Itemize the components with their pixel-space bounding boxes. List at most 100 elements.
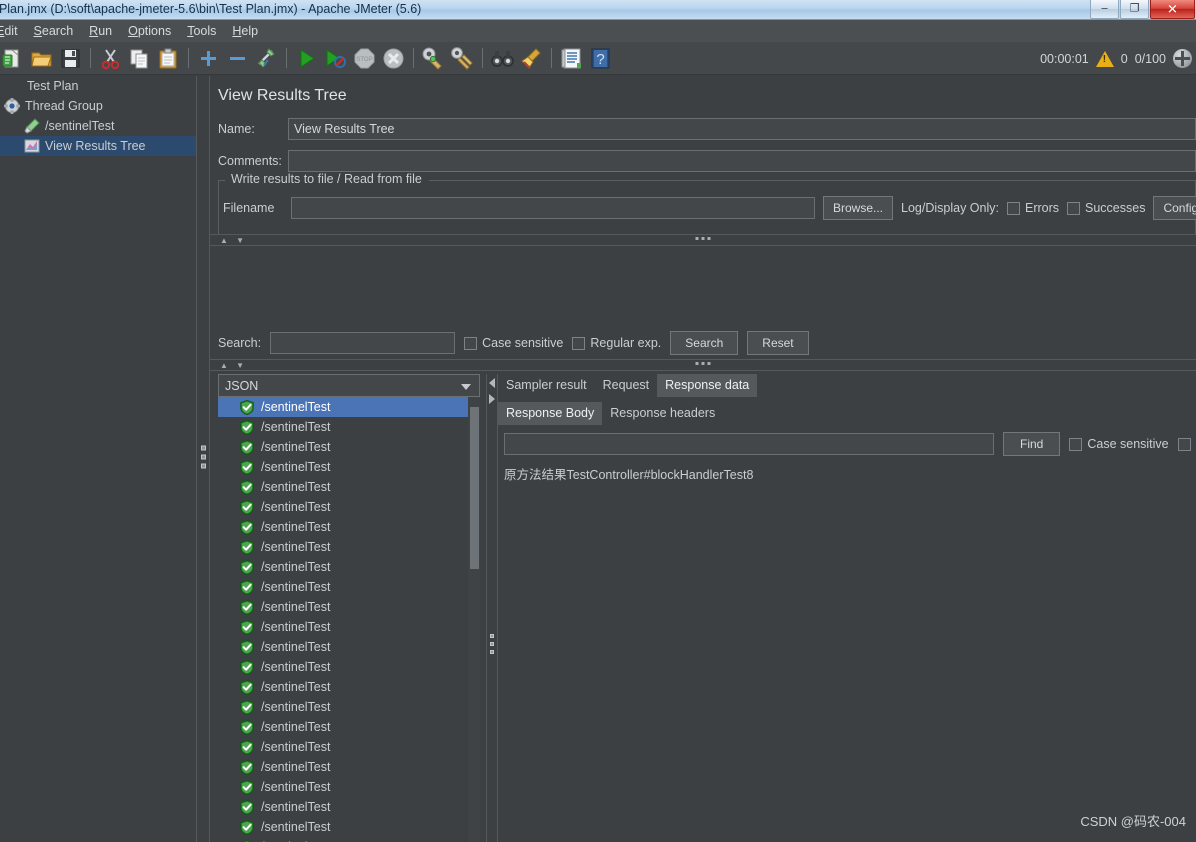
expand-collapse-icon[interactable]: [1173, 49, 1192, 68]
subtab-response-body[interactable]: Response Body: [498, 402, 603, 425]
browse-button[interactable]: Browse...: [823, 196, 894, 220]
search-icon[interactable]: [491, 47, 514, 70]
search-case-sensitive-wrap[interactable]: Case sensitive: [464, 336, 563, 350]
result-list-item[interactable]: /sentinelTest: [218, 517, 480, 537]
minimize-button[interactable]: –: [1090, 0, 1119, 19]
shutdown-icon[interactable]: [382, 47, 405, 70]
filename-input[interactable]: [291, 197, 815, 219]
close-button[interactable]: ✕: [1150, 0, 1195, 19]
result-list-item[interactable]: /sentinelTest: [218, 817, 480, 837]
collapse-all-icon[interactable]: [226, 47, 249, 70]
result-item-label: /sentinelTest: [261, 820, 331, 834]
name-input[interactable]: [288, 118, 1196, 140]
search-reset-icon[interactable]: [520, 47, 543, 70]
result-list-item[interactable]: /sentinelTest: [218, 777, 480, 797]
tab-request[interactable]: Request: [595, 374, 658, 397]
subtab-response-headers[interactable]: Response headers: [602, 402, 723, 425]
result-list-item[interactable]: /sentinelTest: [218, 477, 480, 497]
result-list-item[interactable]: /sentinelTest: [218, 657, 480, 677]
renderer-combobox[interactable]: JSON: [218, 374, 480, 397]
result-list-item[interactable]: /sentinelTest: [218, 717, 480, 737]
start-icon[interactable]: [295, 47, 318, 70]
clear-all-icon[interactable]: [451, 46, 474, 70]
results-detail-splitter[interactable]: [486, 374, 498, 842]
find-regex-checkbox[interactable]: [1177, 437, 1191, 451]
find-case-sensitive-wrap[interactable]: Case sensitive: [1069, 437, 1169, 451]
result-item-label: /sentinelTest: [261, 400, 331, 414]
successes-checkbox[interactable]: [1067, 201, 1081, 215]
start-no-timers-icon[interactable]: [324, 47, 347, 70]
split-divider-bottom[interactable]: ▲ ▼: [210, 359, 1196, 371]
result-list-item[interactable]: /sentinelTest: [218, 417, 480, 437]
result-list-item[interactable]: /sentinelTest: [218, 637, 480, 657]
search-reset-button[interactable]: Reset: [747, 331, 809, 355]
tab-sampler-result[interactable]: Sampler result: [498, 374, 595, 397]
result-list-item[interactable]: /sentinelTest: [218, 497, 480, 517]
search-regex-checkbox[interactable]: [572, 336, 586, 350]
collapse-left-arrow-icon[interactable]: [489, 378, 495, 388]
paste-icon[interactable]: [157, 47, 180, 70]
split-collapse-arrows[interactable]: ▲ ▼: [220, 361, 247, 370]
menu-options[interactable]: Options: [120, 22, 179, 40]
save-icon[interactable]: [59, 47, 82, 70]
clear-icon[interactable]: [422, 47, 445, 70]
tab-response-data[interactable]: Response data: [657, 374, 758, 397]
result-list-item[interactable]: /sentinelTest: [218, 797, 480, 817]
copy-icon[interactable]: [128, 47, 151, 70]
split-collapse-arrows[interactable]: ▲ ▼: [220, 236, 247, 245]
menu-help[interactable]: Help: [224, 22, 266, 40]
tree-item-thread-group[interactable]: Thread Group: [0, 96, 196, 116]
result-list-item[interactable]: /sentinelTest: [218, 837, 480, 842]
errors-checkbox-wrap[interactable]: Errors: [1006, 201, 1060, 215]
result-list-item[interactable]: /sentinelTest: [218, 537, 480, 557]
search-case-sensitive-checkbox[interactable]: [464, 336, 478, 350]
result-list-item[interactable]: /sentinelTest: [218, 397, 480, 417]
tree-item-test-plan[interactable]: Test Plan: [0, 76, 196, 96]
menu-options-rest: ptions: [137, 24, 172, 38]
find-case-sensitive-checkbox[interactable]: [1069, 437, 1083, 451]
find-input[interactable]: [504, 433, 994, 455]
result-list-item[interactable]: /sentinelTest: [218, 617, 480, 637]
open-icon[interactable]: [30, 47, 53, 70]
search-button[interactable]: Search: [670, 331, 739, 355]
find-button[interactable]: Find: [1003, 432, 1061, 456]
errors-label: Errors: [1024, 201, 1060, 215]
menu-run[interactable]: Run: [81, 22, 120, 40]
errors-checkbox[interactable]: [1006, 201, 1020, 215]
result-list-item[interactable]: /sentinelTest: [218, 677, 480, 697]
toggle-icon[interactable]: [255, 47, 278, 70]
main-splitter[interactable]: [196, 76, 210, 842]
stop-icon[interactable]: STOP: [353, 47, 376, 70]
maximize-button[interactable]: ❐: [1120, 0, 1149, 19]
split-divider-top[interactable]: ▲ ▼: [210, 234, 1196, 246]
results-list-scrollbar[interactable]: [468, 397, 480, 842]
expand-all-icon[interactable]: [197, 47, 220, 70]
menu-tools[interactable]: Tools: [179, 22, 224, 40]
result-list-item[interactable]: /sentinelTest: [218, 757, 480, 777]
collapse-right-arrow-icon[interactable]: [489, 394, 495, 404]
result-list-item[interactable]: /sentinelTest: [218, 737, 480, 757]
cut-icon[interactable]: [99, 47, 122, 70]
comments-input[interactable]: [288, 150, 1196, 172]
successes-checkbox-wrap[interactable]: Successes: [1067, 201, 1145, 215]
menu-edit[interactable]: Edit: [0, 22, 26, 40]
scrollbar-thumb[interactable]: [470, 407, 479, 569]
result-list-item[interactable]: /sentinelTest: [218, 697, 480, 717]
help-icon[interactable]: ?: [589, 47, 612, 70]
find-regex-wrap[interactable]: Regular e: [1177, 437, 1196, 451]
function-helper-icon[interactable]: [560, 47, 583, 70]
result-list-item[interactable]: /sentinelTest: [218, 577, 480, 597]
results-list[interactable]: /sentinelTest/sentinelTest/sentinelTest /…: [218, 397, 480, 842]
result-list-item[interactable]: /sentinelTest: [218, 557, 480, 577]
result-list-item[interactable]: /sentinelTest: [218, 457, 480, 477]
configure-button[interactable]: Configure: [1153, 196, 1196, 220]
menu-search[interactable]: Search: [26, 22, 82, 40]
result-list-item[interactable]: /sentinelTest: [218, 597, 480, 617]
search-input[interactable]: [270, 332, 456, 354]
new-icon[interactable]: [1, 47, 24, 70]
result-list-item[interactable]: /sentinelTest: [218, 437, 480, 457]
tree-item-sentineltest[interactable]: /sentinelTest: [0, 116, 196, 136]
warning-icon[interactable]: [1095, 50, 1114, 67]
tree-item-view-results-tree[interactable]: View Results Tree: [0, 136, 196, 156]
search-regex-wrap[interactable]: Regular exp.: [572, 336, 661, 350]
